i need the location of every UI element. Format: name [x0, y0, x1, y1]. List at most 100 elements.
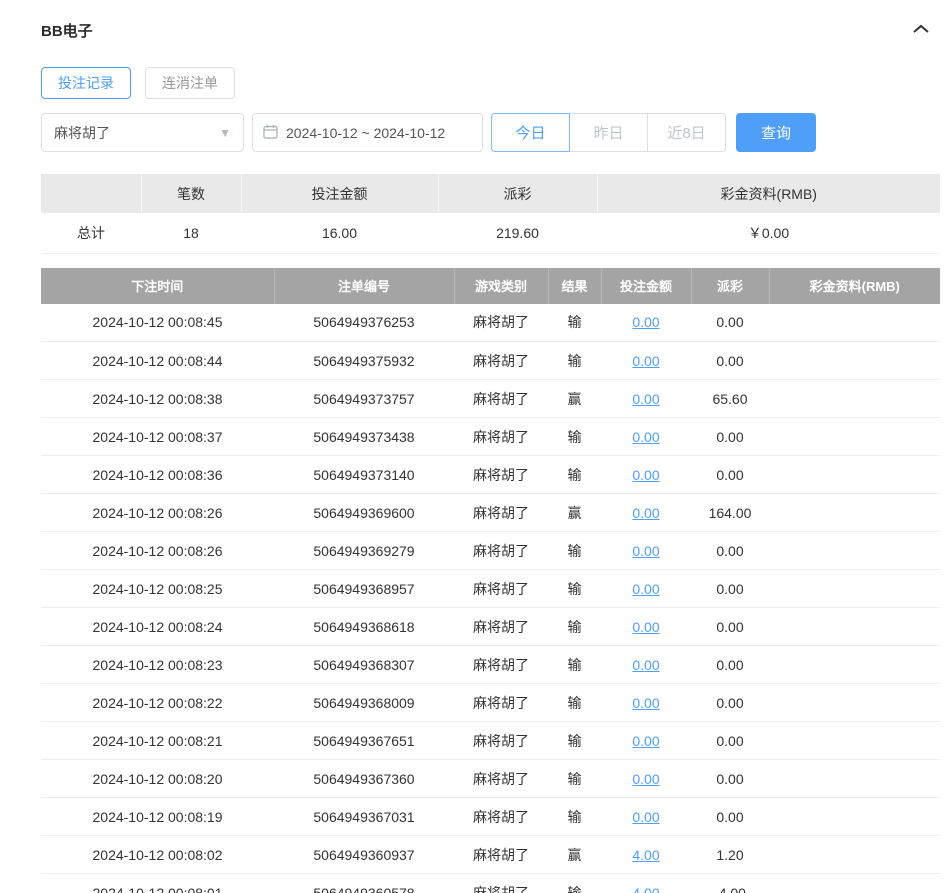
col-bet-time: 下注时间: [41, 267, 275, 304]
cell-result: 输: [548, 417, 601, 456]
panel-header: BB电子: [41, 20, 940, 41]
table-row: 2024-10-12 00:08:22 5064949368009 麻将胡了 输…: [41, 683, 940, 722]
summary-total-bonus: ￥0.00: [597, 213, 940, 254]
table-row: 2024-10-12 00:08:24 5064949368618 麻将胡了 输…: [41, 607, 940, 646]
table-row: 2024-10-12 00:08:26 5064949369279 麻将胡了 输…: [41, 531, 940, 570]
bet-amount-link[interactable]: 0.00: [632, 695, 659, 711]
cell-bet-amount: 0.00: [601, 493, 691, 532]
cell-payout: 0.00: [691, 341, 769, 380]
cell-order-number: 5064949360937: [274, 835, 454, 874]
bet-amount-link[interactable]: 0.00: [632, 809, 659, 825]
cell-game-type: 麻将胡了: [454, 873, 548, 893]
bet-amount-link[interactable]: 0.00: [632, 619, 659, 635]
summary-total-bet-amount: 16.00: [241, 213, 438, 254]
date-range-input[interactable]: 2024-10-12 ~ 2024-10-12: [252, 113, 483, 152]
summary-col-count: 笔数: [141, 174, 242, 213]
cell-game-type: 麻将胡了: [454, 759, 548, 798]
cell-result: 输: [548, 721, 601, 760]
bet-amount-link[interactable]: 0.00: [632, 543, 659, 559]
cell-bet-time: 2024-10-12 00:08:23: [41, 645, 274, 684]
cell-result: 赢: [548, 379, 601, 418]
bet-amount-link[interactable]: 0.00: [632, 505, 659, 521]
cell-payout: 0.00: [691, 569, 769, 608]
cell-result: 输: [548, 303, 601, 342]
cell-payout: 65.60: [691, 379, 769, 418]
today-button[interactable]: 今日: [491, 113, 570, 152]
tab-cancelled-orders[interactable]: 连消注单: [145, 67, 235, 99]
cell-bonus: [769, 645, 940, 684]
cell-bonus: [769, 303, 940, 342]
table-row: 2024-10-12 00:08:21 5064949367651 麻将胡了 输…: [41, 721, 940, 760]
record-tabs: 投注记录 连消注单: [41, 67, 940, 99]
date-range-value: 2024-10-12 ~ 2024-10-12: [286, 124, 446, 141]
bet-amount-link[interactable]: 0.00: [632, 771, 659, 787]
cell-payout: 1.20: [691, 835, 769, 874]
cell-order-number: 5064949368957: [274, 569, 454, 608]
cell-result: 赢: [548, 835, 601, 874]
last-8-days-button[interactable]: 近8日: [647, 113, 726, 152]
yesterday-button[interactable]: 昨日: [569, 113, 648, 152]
cell-bet-amount: 0.00: [601, 645, 691, 684]
cell-payout: 0.00: [691, 531, 769, 570]
bet-amount-link[interactable]: 0.00: [632, 467, 659, 483]
cell-payout: 0.00: [691, 455, 769, 494]
col-order-number: 注单编号: [274, 267, 455, 304]
quick-date-buttons: 今日 昨日 近8日: [491, 113, 726, 152]
cell-bonus: [769, 531, 940, 570]
cell-result: 输: [548, 455, 601, 494]
bet-amount-link[interactable]: 0.00: [632, 391, 659, 407]
tab-bet-records[interactable]: 投注记录: [41, 67, 131, 99]
cell-game-type: 麻将胡了: [454, 645, 548, 684]
cell-payout: 0.00: [691, 303, 769, 342]
table-row: 2024-10-12 00:08:37 5064949373438 麻将胡了 输…: [41, 417, 940, 456]
cell-bet-amount: 0.00: [601, 607, 691, 646]
bet-amount-link[interactable]: 0.00: [632, 353, 659, 369]
summary-col-payout: 派彩: [438, 174, 598, 213]
cell-payout: 0.00: [691, 759, 769, 798]
bet-amount-link[interactable]: 0.00: [632, 581, 659, 597]
col-result: 结果: [548, 267, 602, 304]
cell-bonus: [769, 607, 940, 646]
cell-order-number: 5064949373757: [274, 379, 454, 418]
collapse-button[interactable]: [910, 21, 932, 40]
summary-total-count: 18: [141, 213, 241, 254]
cell-bonus: [769, 683, 940, 722]
cell-bet-amount: 0.00: [601, 303, 691, 342]
cell-bet-time: 2024-10-12 00:08:02: [41, 835, 274, 874]
cell-bet-time: 2024-10-12 00:08:37: [41, 417, 274, 456]
bet-table-body: 2024-10-12 00:08:45 5064949376253 麻将胡了 输…: [41, 303, 940, 893]
cell-bonus: [769, 721, 940, 760]
cell-game-type: 麻将胡了: [454, 493, 548, 532]
bet-amount-link[interactable]: 4.00: [632, 885, 659, 893]
cell-game-type: 麻将胡了: [454, 835, 548, 874]
cell-bet-time: 2024-10-12 00:08:36: [41, 455, 274, 494]
cell-payout: 0.00: [691, 797, 769, 836]
bet-amount-link[interactable]: 0.00: [632, 429, 659, 445]
bet-amount-link[interactable]: 4.00: [632, 847, 659, 863]
col-payout: 派彩: [691, 267, 770, 304]
game-type-select[interactable]: 麻将胡了 ▼: [41, 113, 244, 152]
cell-bet-time: 2024-10-12 00:08:45: [41, 303, 274, 342]
bet-amount-link[interactable]: 0.00: [632, 657, 659, 673]
cell-game-type: 麻将胡了: [454, 607, 548, 646]
cell-bet-amount: 4.00: [601, 835, 691, 874]
cell-bet-time: 2024-10-12 00:08:19: [41, 797, 274, 836]
table-row: 2024-10-12 00:08:45 5064949376253 麻将胡了 输…: [41, 303, 940, 342]
cell-payout: 0.00: [691, 721, 769, 760]
cell-bonus: [769, 417, 940, 456]
cell-order-number: 5064949367651: [274, 721, 454, 760]
bet-table-header-row: 下注时间 注单编号 游戏类别 结果 投注金额 派彩 彩金资料(RMB): [41, 267, 940, 304]
search-button[interactable]: 查询: [736, 113, 816, 152]
summary-col-blank: [41, 174, 142, 213]
game-type-value: 麻将胡了: [54, 124, 110, 141]
table-row: 2024-10-12 00:08:20 5064949367360 麻将胡了 输…: [41, 759, 940, 798]
bet-records-table: 下注时间 注单编号 游戏类别 结果 投注金额 派彩 彩金资料(RMB) 2024…: [41, 267, 940, 893]
table-row: 2024-10-12 00:08:01 5064949360578 麻将胡了 输…: [41, 873, 940, 893]
bet-amount-link[interactable]: 0.00: [632, 733, 659, 749]
col-game-type: 游戏类别: [454, 267, 549, 304]
cell-bonus: [769, 759, 940, 798]
bet-amount-link[interactable]: 0.00: [632, 314, 659, 330]
cell-game-type: 麻将胡了: [454, 569, 548, 608]
cell-bet-amount: 0.00: [601, 341, 691, 380]
cell-bonus: [769, 569, 940, 608]
